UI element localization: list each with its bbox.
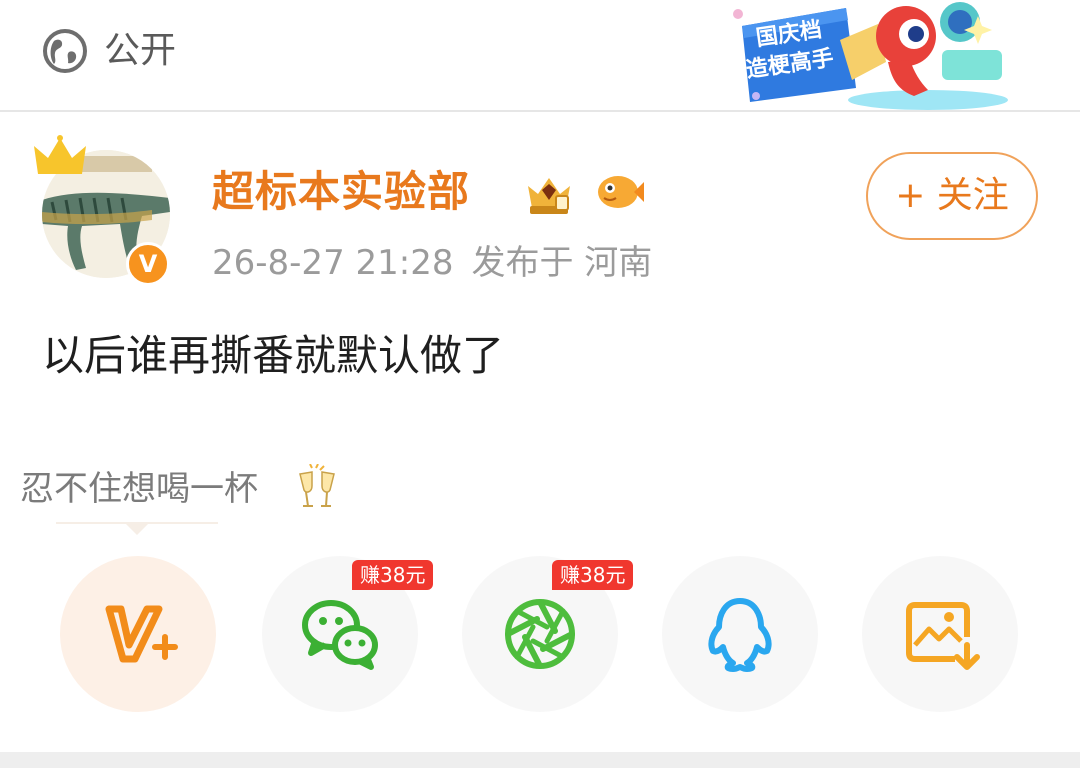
reward-badge: 赚38元 bbox=[352, 560, 434, 590]
bottom-strip bbox=[0, 752, 1080, 768]
post-location: 发布于 河南 bbox=[471, 243, 653, 283]
follow-button[interactable]: + 关注 bbox=[866, 152, 1038, 240]
verified-badge: V bbox=[126, 242, 170, 286]
fish-badge-icon bbox=[598, 176, 644, 208]
moments-shutter-icon bbox=[505, 599, 575, 669]
globe-icon bbox=[43, 29, 87, 73]
wechat-icon bbox=[302, 600, 378, 670]
crown-icon bbox=[34, 135, 86, 174]
post-content: 以后谁再撕番就默认做了 bbox=[42, 331, 505, 380]
author-name[interactable]: 超标本实验部 bbox=[212, 166, 470, 218]
selection-arrow bbox=[126, 524, 148, 535]
share-prompt: 忍不住想喝一杯 bbox=[20, 469, 258, 509]
champagne-glasses-icon bbox=[299, 464, 335, 507]
post-meta: 26-8-27 21:28 发布于 河南 bbox=[212, 238, 670, 288]
v-plus-icon bbox=[105, 605, 178, 663]
vip-crown-badge-icon bbox=[528, 178, 570, 214]
save-image-button[interactable] bbox=[862, 556, 1018, 712]
qq-penguin-icon bbox=[708, 598, 772, 672]
top-bar: 公开 国庆档 造梗高手 bbox=[0, 0, 1080, 112]
visibility-label[interactable]: 公开 bbox=[104, 28, 176, 74]
share-qq-button[interactable] bbox=[662, 556, 818, 712]
reward-badge: 赚38元 bbox=[552, 560, 634, 590]
share-vplus-button[interactable] bbox=[60, 556, 216, 712]
post-date: 26-8-27 21:28 bbox=[212, 243, 454, 283]
promo-banner[interactable]: 国庆档 造梗高手 bbox=[728, 0, 1028, 112]
save-image-icon bbox=[906, 602, 980, 670]
